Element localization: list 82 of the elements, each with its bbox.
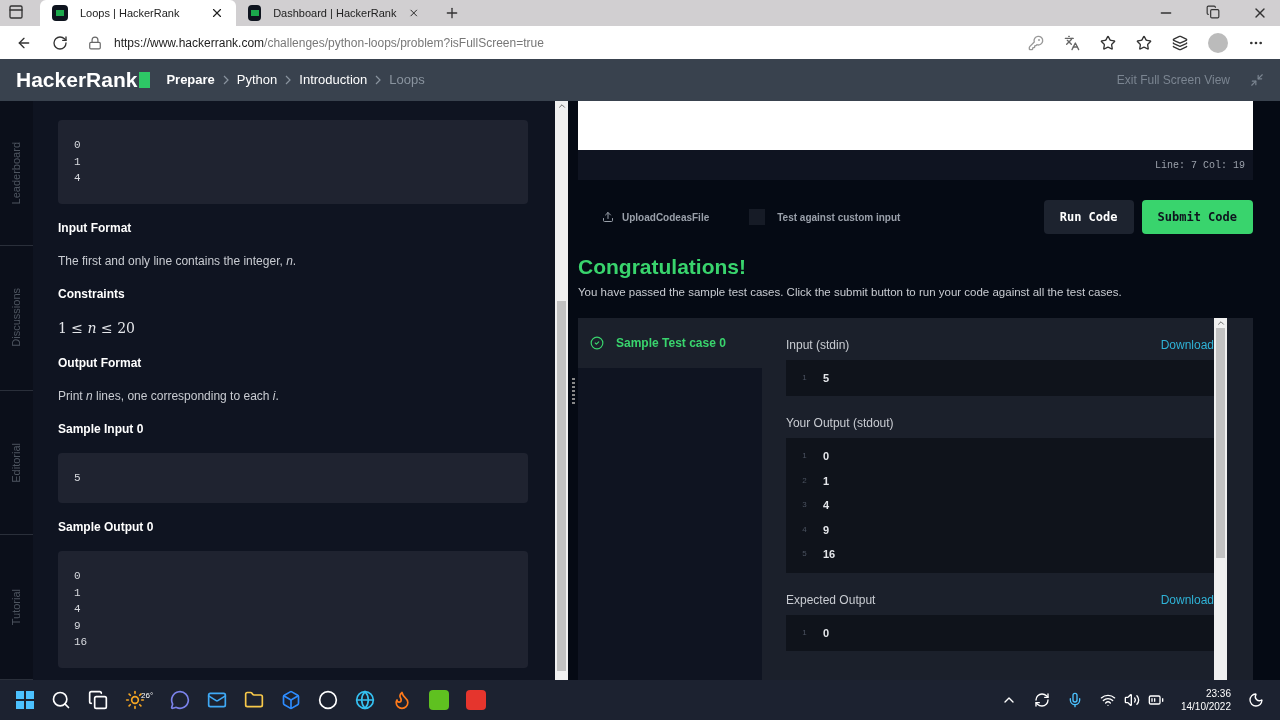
upload-icon [602, 211, 614, 223]
output-label: Input (stdin) [786, 336, 850, 354]
resize-handle[interactable] [568, 101, 578, 680]
code-block: 0 1 4 9 16 [58, 551, 528, 668]
chat-icon[interactable] [170, 690, 191, 710]
tab-favicon [52, 5, 68, 21]
output-line: 5 [823, 370, 830, 386]
weather-widget[interactable]: 26° [125, 690, 154, 710]
new-tab-icon[interactable] [444, 5, 460, 21]
download-link[interactable]: Download [1160, 335, 1214, 354]
browser-tab[interactable]: Loops | HackerRank [40, 0, 236, 26]
add-favorite-icon[interactable] [1100, 34, 1116, 51]
address-field[interactable]: https://www.hackerrank.com/challenges/python-loops/problem?isFullScreen=true [88, 29, 1008, 56]
cursor-position: Line: 7 Col: 19 [1155, 158, 1245, 173]
volume-icon[interactable] [1123, 692, 1140, 708]
breadcrumb-link[interactable]: Python [236, 70, 278, 90]
section-heading: Sample Input 0 [58, 420, 145, 438]
line-number: 1 [801, 626, 808, 639]
result-message: You have passed the sample test cases. Click the submit button to run your code against all the test cases. [578, 285, 1123, 301]
result-title: Congratulations! [578, 254, 747, 280]
upload-button[interactable]: UploadCodeasFile [602, 209, 710, 225]
output-line: 1 [823, 473, 830, 489]
line-number: 4 [801, 523, 808, 536]
tab-title: Dashboard | HackerRank [273, 5, 397, 21]
math-formula: 1 ≤ n ≤ 20 [58, 318, 137, 338]
minimize-icon[interactable] [1250, 73, 1264, 87]
notifications-icon[interactable] [1248, 692, 1264, 708]
logo[interactable]: HackerRank [16, 64, 151, 96]
paragraph: Print n lines, one corresponding to each i. [58, 387, 280, 405]
tab-title: Loops | HackerRank [80, 5, 181, 21]
lock-icon [88, 35, 102, 50]
scrollbar[interactable] [1214, 317, 1227, 680]
output-line: 9 [823, 522, 830, 538]
section-heading: Output Format [58, 354, 143, 372]
test-case-name: Sample Test case 0 [616, 334, 726, 352]
paragraph: The first and only line contains the integer, n. [58, 252, 298, 270]
section-heading: Constraints [58, 285, 126, 303]
tab-actions-icon[interactable] [8, 4, 24, 20]
chevron-icon [222, 75, 229, 85]
mail-icon[interactable] [207, 690, 228, 710]
collections-icon[interactable] [1172, 34, 1188, 51]
favorites-icon[interactable] [1136, 34, 1152, 51]
task-view-icon[interactable] [88, 690, 108, 710]
section-heading: Sample Output 0 [58, 519, 155, 536]
output-line: 4 [823, 498, 830, 513]
wifi-icon[interactable] [1099, 692, 1116, 708]
app-icon[interactable] [466, 690, 487, 710]
output-label: Expected Output [786, 591, 876, 609]
browser-icon[interactable] [355, 690, 376, 710]
output-label: Your Output (stdout) [786, 415, 894, 432]
browser-tab[interactable]: Dashboard | HackerRank [236, 0, 432, 26]
tab-favicon [248, 5, 262, 21]
key-icon[interactable] [1028, 34, 1044, 51]
scrollbar[interactable] [555, 101, 568, 680]
code-block: 0 1 4 [58, 120, 528, 204]
sync-icon[interactable] [1033, 692, 1050, 708]
code-block: 5 [58, 452, 528, 503]
breadcrumb-link[interactable]: Introduction [299, 70, 368, 90]
section-heading: Input Format [58, 219, 133, 237]
clock[interactable]: 23:36 14/10/2022 [1180, 687, 1231, 713]
folder-icon[interactable] [244, 690, 265, 710]
battery-icon[interactable] [1147, 692, 1164, 708]
output-line: 0 [823, 625, 830, 641]
windows-start-icon[interactable] [16, 691, 34, 709]
output-line: 16 [823, 547, 836, 562]
line-number: 1 [801, 371, 808, 384]
ring-icon[interactable] [318, 690, 339, 710]
restore-icon[interactable] [1206, 5, 1220, 19]
run-code-button[interactable]: Run Code [1043, 200, 1134, 234]
chevron-icon [285, 75, 292, 85]
search-icon[interactable] [51, 690, 71, 710]
reload-icon[interactable] [52, 34, 68, 51]
download-link[interactable]: Download [1160, 590, 1214, 609]
custom-input-checkbox[interactable]: Test against custom input [749, 209, 901, 225]
close-icon[interactable] [210, 6, 224, 20]
output-line: 0 [823, 449, 830, 464]
box-icon[interactable] [281, 690, 302, 710]
breadcrumb-link[interactable]: Prepare [166, 70, 215, 90]
line-number: 1 [801, 450, 808, 463]
app-icon[interactable] [429, 690, 450, 710]
chevron-icon [375, 75, 382, 85]
submit-code-button[interactable]: Submit Code [1141, 200, 1253, 234]
